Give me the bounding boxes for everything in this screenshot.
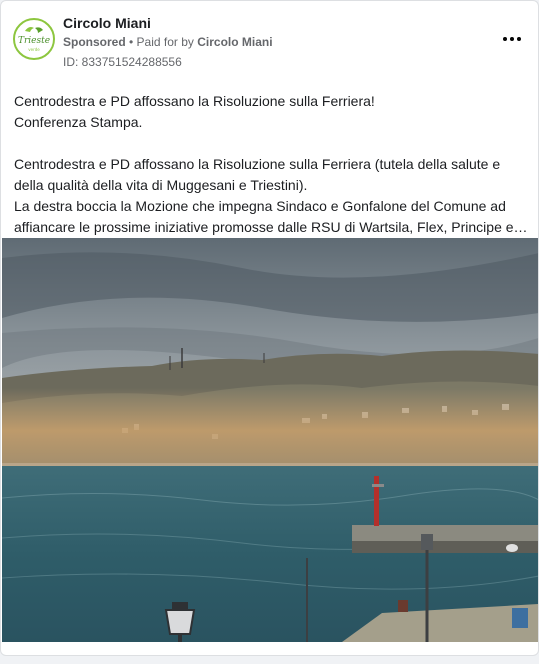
post-line — [14, 133, 526, 154]
sponsored-label: Sponsored — [63, 35, 126, 49]
page-avatar[interactable]: Trieste verde — [13, 18, 55, 60]
separator: • — [125, 35, 137, 49]
post-line: Centrodestra e PD affossano la Risoluzio… — [14, 156, 501, 172]
post-line: della qualità della vita di Muggesani e … — [14, 177, 308, 193]
more-horizontal-icon — [503, 37, 507, 41]
post-image[interactable] — [2, 238, 538, 642]
more-dot — [517, 37, 521, 41]
post-line: La destra boccia la Mozione che impegna … — [14, 198, 506, 214]
svg-text:verde: verde — [28, 47, 40, 52]
post-header: Trieste verde Circolo Miani Sponsored • … — [1, 1, 538, 81]
trieste-verde-logo: Trieste verde — [16, 21, 52, 57]
page-name-link[interactable]: Circolo Miani — [63, 15, 151, 31]
more-dot — [510, 37, 514, 41]
post-line: affiancare le prossime iniziative promos… — [14, 219, 528, 235]
post-line: Conferenza Stampa. — [14, 114, 143, 130]
paid-for-name: Circolo Miani — [197, 35, 273, 49]
post-text: Centrodestra e PD affossano la Risoluzio… — [14, 91, 528, 238]
ad-card: Trieste verde Circolo Miani Sponsored • … — [0, 0, 539, 656]
more-options-button[interactable] — [500, 29, 524, 49]
post-line: Centrodestra e PD affossano la Risoluzio… — [14, 93, 375, 109]
paid-for-prefix: Paid for by — [136, 35, 198, 49]
sponsor-line: Sponsored • Paid for by Circolo Miani — [63, 35, 273, 49]
svg-text:Trieste: Trieste — [18, 36, 50, 46]
ad-id: ID: 833751524288556 — [63, 55, 182, 69]
harbor-dust-photo — [2, 238, 538, 642]
